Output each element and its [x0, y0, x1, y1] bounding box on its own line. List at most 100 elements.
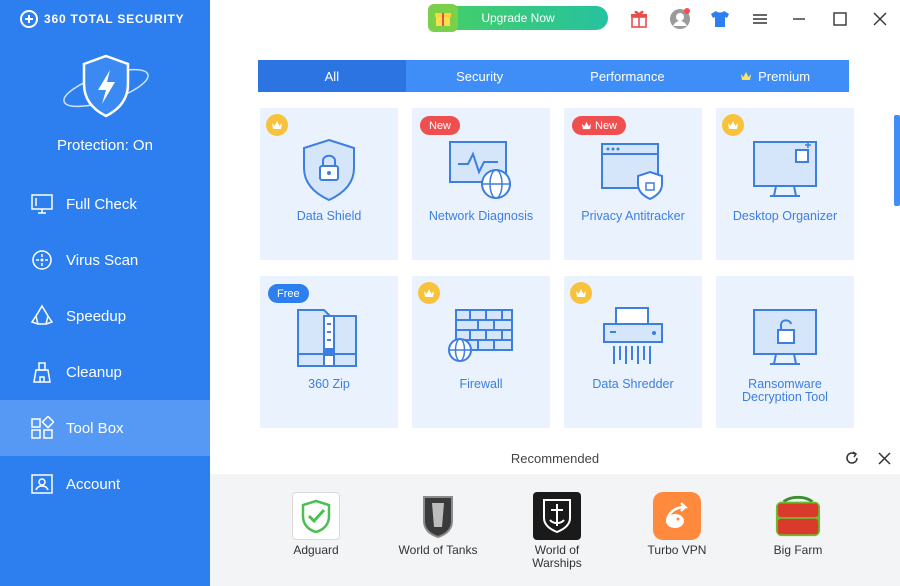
virus-scan-icon	[30, 248, 54, 272]
tool-label: Desktop Organizer	[732, 209, 838, 223]
world-of-warships-icon	[533, 492, 581, 540]
tab-label: Security	[456, 68, 504, 84]
crown-icon	[570, 282, 592, 304]
logo-icon	[20, 10, 38, 28]
recommended-title: Recommended	[510, 451, 600, 466]
account-icon	[30, 472, 54, 496]
world-of-tanks-icon	[414, 492, 462, 540]
tool-label: Data Shredder	[592, 377, 674, 391]
sidebar: 360 TOTAL SECURITY Protection: On Full C…	[0, 0, 210, 586]
tool-label: Network Diagnosis	[428, 209, 534, 223]
sidebar-item-label: Full Check	[66, 195, 137, 213]
tab-all[interactable]: All	[258, 60, 406, 92]
tool-label: Data Shield	[296, 209, 362, 223]
crown-icon	[418, 282, 440, 304]
sidebar-item-virus-scan[interactable]: Virus Scan	[0, 232, 210, 288]
scrollbar-thumb[interactable]	[894, 115, 900, 206]
user-avatar-icon[interactable]	[669, 8, 691, 30]
crown-icon	[582, 121, 591, 130]
tool-label: Firewall	[459, 377, 503, 391]
menu-icon[interactable]	[749, 8, 771, 30]
shield-icon	[58, 52, 154, 124]
tab-label: All	[324, 68, 340, 84]
new-badge: New	[420, 116, 461, 135]
sidebar-item-tool-box[interactable]: Tool Box	[0, 400, 210, 456]
notification-dot	[684, 8, 690, 14]
maximize-icon[interactable]	[829, 8, 851, 30]
app-turbo-vpn[interactable]: Turbo VPN	[631, 492, 723, 557]
zip-folder-icon	[297, 309, 357, 367]
sidebar-item-label: Account	[66, 475, 121, 493]
tool-card-data-shield[interactable]: Data Shield	[260, 108, 398, 260]
tool-label: 360 Zip	[308, 377, 350, 391]
app-big-farm[interactable]: Big Farm	[752, 492, 844, 557]
upgrade-label: Upgrade Now	[481, 11, 555, 25]
desktop-monitor-icon	[753, 141, 817, 197]
shredder-icon	[603, 307, 663, 364]
app-name: World of Tanks	[398, 543, 478, 557]
tab-performance[interactable]: Performance	[554, 60, 702, 92]
broom-icon	[30, 360, 54, 384]
recommended-header: Recommended	[210, 442, 900, 474]
tool-label: Ransomware Decryption Tool	[716, 378, 854, 404]
sidebar-item-full-check[interactable]: Full Check	[0, 176, 210, 232]
app-logo: 360 TOTAL SECURITY	[20, 9, 184, 29]
app-name: Adguard	[293, 543, 339, 557]
tool-card-ransomware-decryption[interactable]: Ransomware Decryption Tool	[716, 276, 854, 428]
tool-card-360-zip[interactable]: Free 360 Zip	[260, 276, 398, 428]
sidebar-item-account[interactable]: Account	[0, 456, 210, 512]
sidebar-item-label: Virus Scan	[66, 251, 139, 269]
app-name-line2: Warships	[532, 556, 582, 570]
app-name: World of Warships	[511, 544, 603, 570]
turbo-vpn-icon	[653, 492, 701, 540]
sidebar-item-speedup[interactable]: Speedup	[0, 288, 210, 344]
app-name: Big Farm	[773, 543, 823, 557]
free-badge: Free	[268, 284, 309, 303]
sidebar-item-label: Tool Box	[66, 419, 124, 437]
tab-security[interactable]: Security	[406, 60, 554, 92]
app-world-of-warships[interactable]: World of Warships	[511, 492, 603, 570]
big-farm-icon	[774, 492, 822, 540]
crown-icon	[722, 114, 744, 136]
close-recommended-icon[interactable]	[875, 449, 893, 467]
network-globe-icon	[449, 141, 511, 199]
new-badge: New	[572, 116, 627, 135]
upgrade-button[interactable]: Upgrade Now	[428, 4, 608, 32]
unlock-monitor-icon	[753, 309, 817, 365]
browser-shield-icon	[601, 143, 663, 201]
tool-label: Privacy Antitracker	[581, 209, 685, 223]
refresh-icon[interactable]	[843, 449, 861, 467]
tab-label: Performance	[590, 68, 665, 84]
sidebar-nav: Full Check Virus Scan Speedup Cleanup To…	[0, 176, 210, 512]
crown-icon	[266, 114, 288, 136]
firewall-brick-icon	[448, 309, 513, 362]
tool-card-desktop-organizer[interactable]: Desktop Organizer	[716, 108, 854, 260]
close-icon[interactable]	[869, 8, 891, 30]
tool-label-line2: Decryption Tool	[742, 390, 828, 404]
toolbox-icon	[30, 416, 54, 440]
gift-box-icon[interactable]	[628, 8, 650, 30]
sidebar-item-cleanup[interactable]: Cleanup	[0, 344, 210, 400]
tab-label: Premium	[758, 68, 811, 84]
monitor-icon	[30, 192, 54, 216]
app-world-of-tanks[interactable]: World of Tanks	[392, 492, 484, 557]
shield-lock-icon	[303, 138, 355, 202]
minimize-icon[interactable]	[788, 8, 810, 30]
brand-name: 360 TOTAL SECURITY	[44, 12, 185, 26]
sidebar-item-label: Cleanup	[66, 363, 122, 381]
category-tabs: All Security Performance Premium	[258, 60, 849, 92]
skin-shirt-icon[interactable]	[709, 8, 731, 30]
gift-icon	[428, 4, 458, 32]
tab-premium[interactable]: Premium	[701, 60, 849, 92]
title-bar: Upgrade Now	[210, 0, 900, 36]
tool-card-firewall[interactable]: Firewall	[412, 276, 550, 428]
protection-status: Protection: On	[57, 137, 153, 154]
app-adguard[interactable]: Adguard	[270, 492, 362, 557]
app-name: Turbo VPN	[647, 543, 707, 557]
sidebar-item-label: Speedup	[66, 307, 127, 325]
tool-card-privacy-antitracker[interactable]: New Privacy Antitracker	[564, 108, 702, 260]
recommended-panel: Recommended Adguard World of Tanks World…	[210, 442, 900, 586]
tool-card-data-shredder[interactable]: Data Shredder	[564, 276, 702, 428]
tool-card-network-diagnosis[interactable]: New Network Diagnosis	[412, 108, 550, 260]
adguard-icon	[292, 492, 340, 540]
